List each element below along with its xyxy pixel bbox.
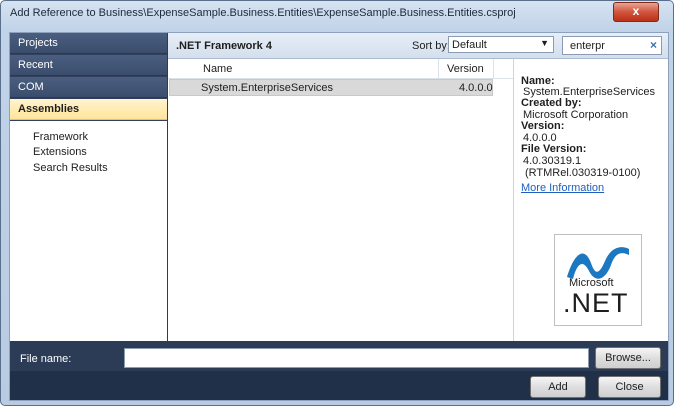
sort-by-label: Sort by: bbox=[412, 40, 450, 52]
tab-recent[interactable]: Recent bbox=[10, 55, 167, 76]
close-button-label: Close bbox=[615, 381, 644, 393]
assembly-list: Name Version System.EnterpriseServices 4… bbox=[168, 59, 514, 341]
file-name-input[interactable] bbox=[124, 348, 589, 368]
column-divider[interactable] bbox=[493, 59, 494, 78]
detail-file-version-value: 4.0.30319.1 bbox=[523, 155, 582, 167]
table-row[interactable]: System.EnterpriseServices 4.0.0.0 bbox=[169, 79, 493, 96]
sort-by-value: Default bbox=[452, 39, 487, 51]
close-window-button[interactable]: x bbox=[613, 2, 659, 22]
detail-file-version-label: File Version: bbox=[521, 143, 587, 155]
close-icon[interactable]: x bbox=[633, 4, 640, 18]
dialog-body: Projects Recent COM Assemblies Framework… bbox=[9, 32, 669, 401]
search-value: enterpr bbox=[570, 40, 605, 52]
add-button-label: Add bbox=[548, 381, 568, 393]
subnav-search-results[interactable]: Search Results bbox=[33, 162, 108, 174]
subnav-extensions[interactable]: Extensions bbox=[33, 146, 87, 158]
dotnet-logo: Microsoft .NET bbox=[554, 234, 642, 326]
more-information-link[interactable]: More Information bbox=[521, 183, 604, 194]
nav-panel: Projects Recent COM Assemblies Framework… bbox=[10, 33, 167, 341]
column-name-header[interactable]: Name bbox=[203, 63, 232, 75]
main-header: .NET Framework 4 Sort by: Default ▼ ente… bbox=[168, 33, 668, 59]
detail-created-label: Created by: bbox=[521, 97, 582, 109]
clear-search-icon[interactable]: × bbox=[650, 38, 657, 52]
detail-version-label: Version: bbox=[521, 120, 565, 132]
close-button[interactable]: Close bbox=[598, 376, 661, 398]
list-header: Name Version bbox=[168, 59, 513, 79]
file-name-label: File name: bbox=[20, 353, 72, 365]
tab-projects-label: Projects bbox=[18, 37, 58, 49]
browse-button[interactable]: Browse... bbox=[595, 347, 661, 369]
title-bar: Add Reference to Business\ExpenseSample.… bbox=[1, 1, 673, 25]
tab-projects[interactable]: Projects bbox=[10, 33, 167, 54]
dialog-window: Add Reference to Business\ExpenseSample.… bbox=[0, 0, 674, 406]
subnav-framework[interactable]: Framework bbox=[33, 131, 88, 143]
detail-file-version-build: (RTMRel.030319-0100) bbox=[525, 167, 641, 179]
framework-label: .NET Framework 4 bbox=[176, 40, 272, 52]
assemblies-subnav: Framework Extensions Search Results bbox=[10, 121, 167, 341]
tab-recent-label: Recent bbox=[18, 59, 53, 71]
row-version: 4.0.0.0 bbox=[459, 82, 493, 94]
chevron-down-icon[interactable]: ▼ bbox=[540, 38, 549, 48]
search-input[interactable]: enterpr × bbox=[562, 36, 662, 55]
add-button[interactable]: Add bbox=[530, 376, 586, 398]
tab-com-label: COM bbox=[18, 81, 44, 93]
column-version-header[interactable]: Version bbox=[447, 63, 484, 75]
dotnet-wave-icon bbox=[567, 247, 629, 279]
details-pane: Name: System.EnterpriseServices Created … bbox=[514, 59, 668, 341]
sort-by-select[interactable]: Default ▼ bbox=[448, 36, 554, 53]
tab-assemblies[interactable]: Assemblies bbox=[10, 99, 167, 120]
column-divider[interactable] bbox=[438, 59, 439, 78]
logo-net-text: .NET bbox=[563, 288, 629, 318]
tab-com[interactable]: COM bbox=[10, 77, 167, 98]
window-title: Add Reference to Business\ExpenseSample.… bbox=[10, 7, 516, 19]
row-name: System.EnterpriseServices bbox=[201, 82, 334, 94]
tab-assemblies-label: Assemblies bbox=[18, 103, 80, 115]
browse-button-label: Browse... bbox=[605, 352, 651, 364]
